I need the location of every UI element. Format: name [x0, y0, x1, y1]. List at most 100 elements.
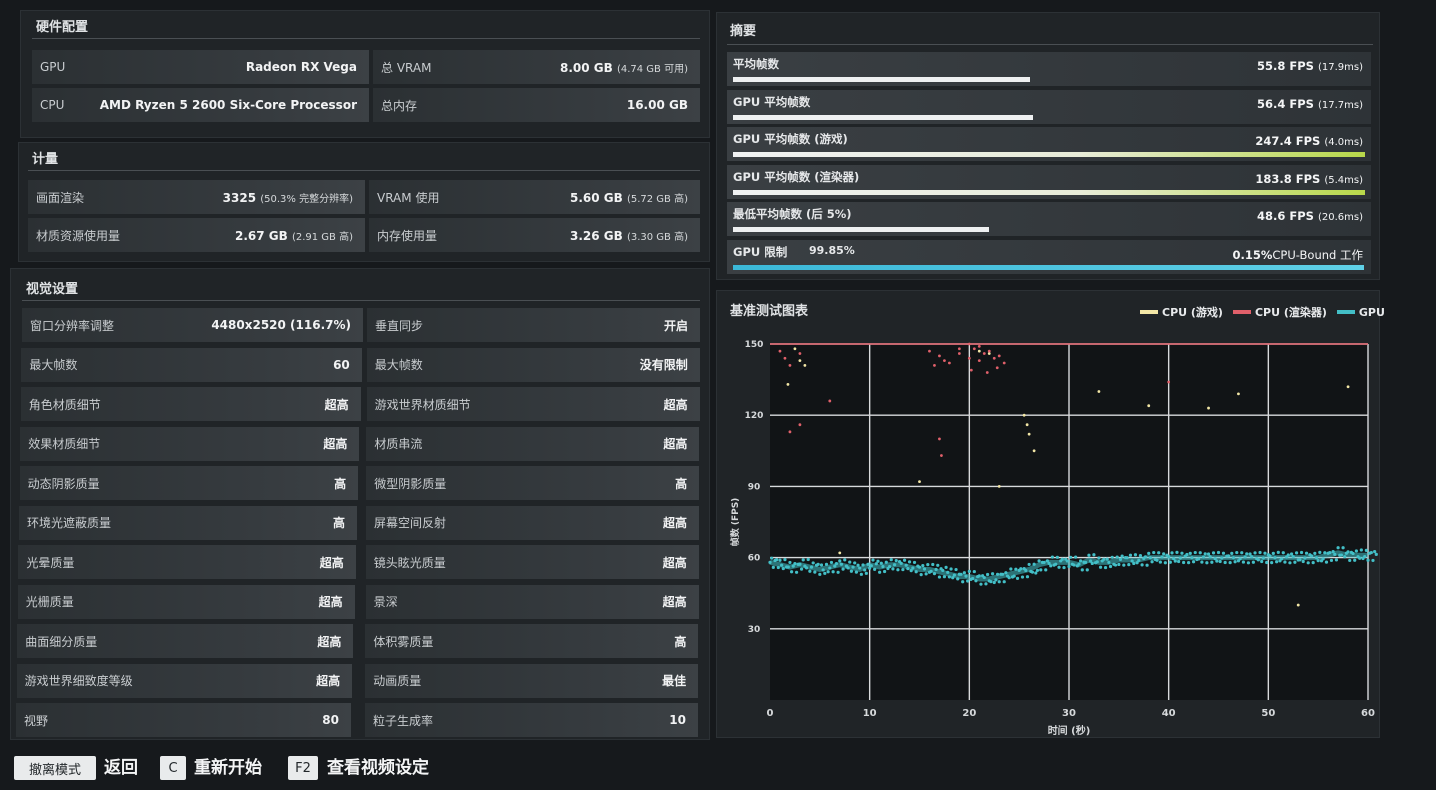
- chart-point-gpu: [806, 557, 810, 562]
- chart-point-gpu: [1042, 560, 1046, 565]
- chart-point-gpu: [770, 556, 774, 560]
- chart-point-gpu: [896, 568, 900, 572]
- hardware-row-vram: 总 VRAM 8.00 GB (4.74 GB 可用): [373, 50, 700, 84]
- chart-point-gpu: [1196, 557, 1201, 561]
- chart-point-gpu: [1293, 560, 1297, 564]
- metrics-title-rule: [28, 170, 700, 171]
- chart-point-cpu-render: [972, 347, 976, 351]
- chart-point-gpu: [1203, 552, 1207, 556]
- chart-point-gpu: [1258, 550, 1262, 555]
- chart-point-gpu: [959, 572, 963, 576]
- chart-point-gpu: [1265, 560, 1269, 565]
- hw-gpu-label: GPU: [40, 60, 66, 74]
- chart-point-gpu: [869, 564, 873, 568]
- chart-point-gpu: [1145, 563, 1149, 567]
- chart-point-gpu: [1275, 560, 1279, 564]
- visual-setting-value: 最佳: [662, 674, 687, 688]
- chart-point-gpu: [924, 572, 928, 576]
- chart-point-gpu: [1273, 556, 1277, 560]
- chart-point-gpu: [1271, 551, 1275, 555]
- chart-point-gpu: [1191, 560, 1196, 564]
- chart-point-gpu: [781, 566, 785, 571]
- chart-point-gpu: [1263, 551, 1267, 555]
- visual-setting-row: 游戏世界材质细节 超高: [366, 387, 700, 421]
- chart-point-cpu-game: [803, 363, 807, 367]
- visual-setting-label: 体积雾质量: [373, 634, 434, 649]
- summary-bar: [733, 227, 989, 232]
- back-action[interactable]: 返回: [104, 756, 138, 780]
- chart-point-cpu-game: [1237, 392, 1240, 396]
- chart-point-gpu: [964, 574, 968, 578]
- f2-key-badge[interactable]: F2: [288, 756, 318, 780]
- chart-point-gpu: [919, 572, 923, 577]
- chart-point-gpu: [783, 557, 787, 562]
- chart-point-cpu-render: [985, 371, 989, 374]
- chart-point-gpu: [956, 577, 960, 581]
- chart-point-cpu-render: [828, 399, 832, 403]
- hardware-title-rule: [32, 38, 700, 39]
- chart-x-tick-label: 20: [962, 708, 976, 719]
- chart-point-cpu-render: [995, 366, 999, 370]
- chart-y-tick-label: 90: [748, 482, 761, 492]
- chart-point-gpu: [1032, 562, 1036, 566]
- esc-key-badge[interactable]: 撤离模式: [14, 756, 96, 780]
- summary-bar: [733, 114, 1034, 120]
- chart-point-gpu: [798, 562, 802, 566]
- summary-bar: [733, 77, 1031, 82]
- chart-point-cpu-render: [969, 368, 973, 372]
- summary-value: 55.8 FPS (17.9ms): [1257, 59, 1363, 73]
- visual-setting-label: 动态阴影质量: [27, 476, 100, 491]
- chart-point-gpu: [1280, 557, 1284, 561]
- chart-point-gpu: [1348, 558, 1352, 563]
- chart-point-gpu: [1328, 550, 1332, 555]
- chart-point-gpu: [1188, 551, 1192, 555]
- chart-point-gpu: [786, 565, 790, 569]
- metrics-row-render: 画面渲染 3325 (50.3% 完整分辨率): [28, 180, 365, 214]
- chart-point-gpu: [979, 582, 983, 586]
- chart-point-gpu: [1004, 571, 1008, 575]
- chart-point-gpu: [1117, 562, 1121, 567]
- hardware-row-cpu: CPU AMD Ryzen 5 2600 Six-Core Processor: [32, 88, 369, 122]
- chart-point-gpu: [1245, 552, 1249, 556]
- chart-point-gpu: [854, 570, 858, 574]
- chart-point-gpu: [1095, 560, 1099, 564]
- restart-action[interactable]: 重新开始: [194, 756, 262, 780]
- chart-point-gpu: [808, 569, 812, 573]
- chart-point-gpu: [849, 569, 853, 573]
- visual-setting-label: 游戏世界材质细节: [374, 397, 471, 412]
- chart-point-gpu: [1341, 546, 1345, 550]
- chart-point-gpu: [1246, 561, 1250, 565]
- chart-point-gpu: [1291, 555, 1295, 559]
- chart-point-cpu-render: [967, 342, 971, 346]
- chart-point-gpu: [876, 559, 880, 563]
- chart-point-gpu: [1039, 568, 1043, 572]
- chart-point-gpu: [1175, 550, 1179, 554]
- chart-point-cpu-game: [1207, 406, 1210, 410]
- chart-point-cpu-render: [938, 437, 941, 441]
- chart-y-tick-label: 120: [745, 411, 764, 421]
- chart-point-gpu: [926, 562, 930, 567]
- m-vram-value: 5.60 GB (5.72 GB 高): [569, 190, 688, 205]
- chart-point-gpu: [934, 567, 938, 572]
- visual-setting-row: 视野 80: [16, 703, 351, 737]
- chart-point-gpu: [851, 565, 855, 569]
- chart-point-gpu: [1007, 576, 1011, 580]
- visual-setting-label: 最大帧数: [29, 358, 78, 372]
- chart-point-gpu: [1193, 550, 1197, 555]
- chart-point-gpu: [1364, 548, 1368, 552]
- chart-point-gpu: [804, 566, 809, 570]
- visual-setting-label: 景深: [373, 595, 398, 609]
- chart-point-gpu: [1286, 553, 1290, 557]
- video-settings-action[interactable]: 查看视频设定: [327, 756, 429, 780]
- chart-point-cpu-game: [786, 382, 790, 386]
- chart-point-gpu: [879, 561, 883, 565]
- chart-point-gpu: [816, 562, 820, 566]
- chart-point-gpu: [1359, 548, 1363, 552]
- chart-point-gpu: [824, 562, 829, 566]
- c-key-badge[interactable]: C: [160, 756, 186, 780]
- chart-point-cpu-game: [1097, 390, 1101, 393]
- chart-point-gpu: [1085, 568, 1089, 572]
- hw-ram-value: 16.00 GB: [626, 98, 688, 112]
- chart-point-gpu: [1256, 558, 1260, 562]
- chart-point-gpu: [1261, 556, 1265, 560]
